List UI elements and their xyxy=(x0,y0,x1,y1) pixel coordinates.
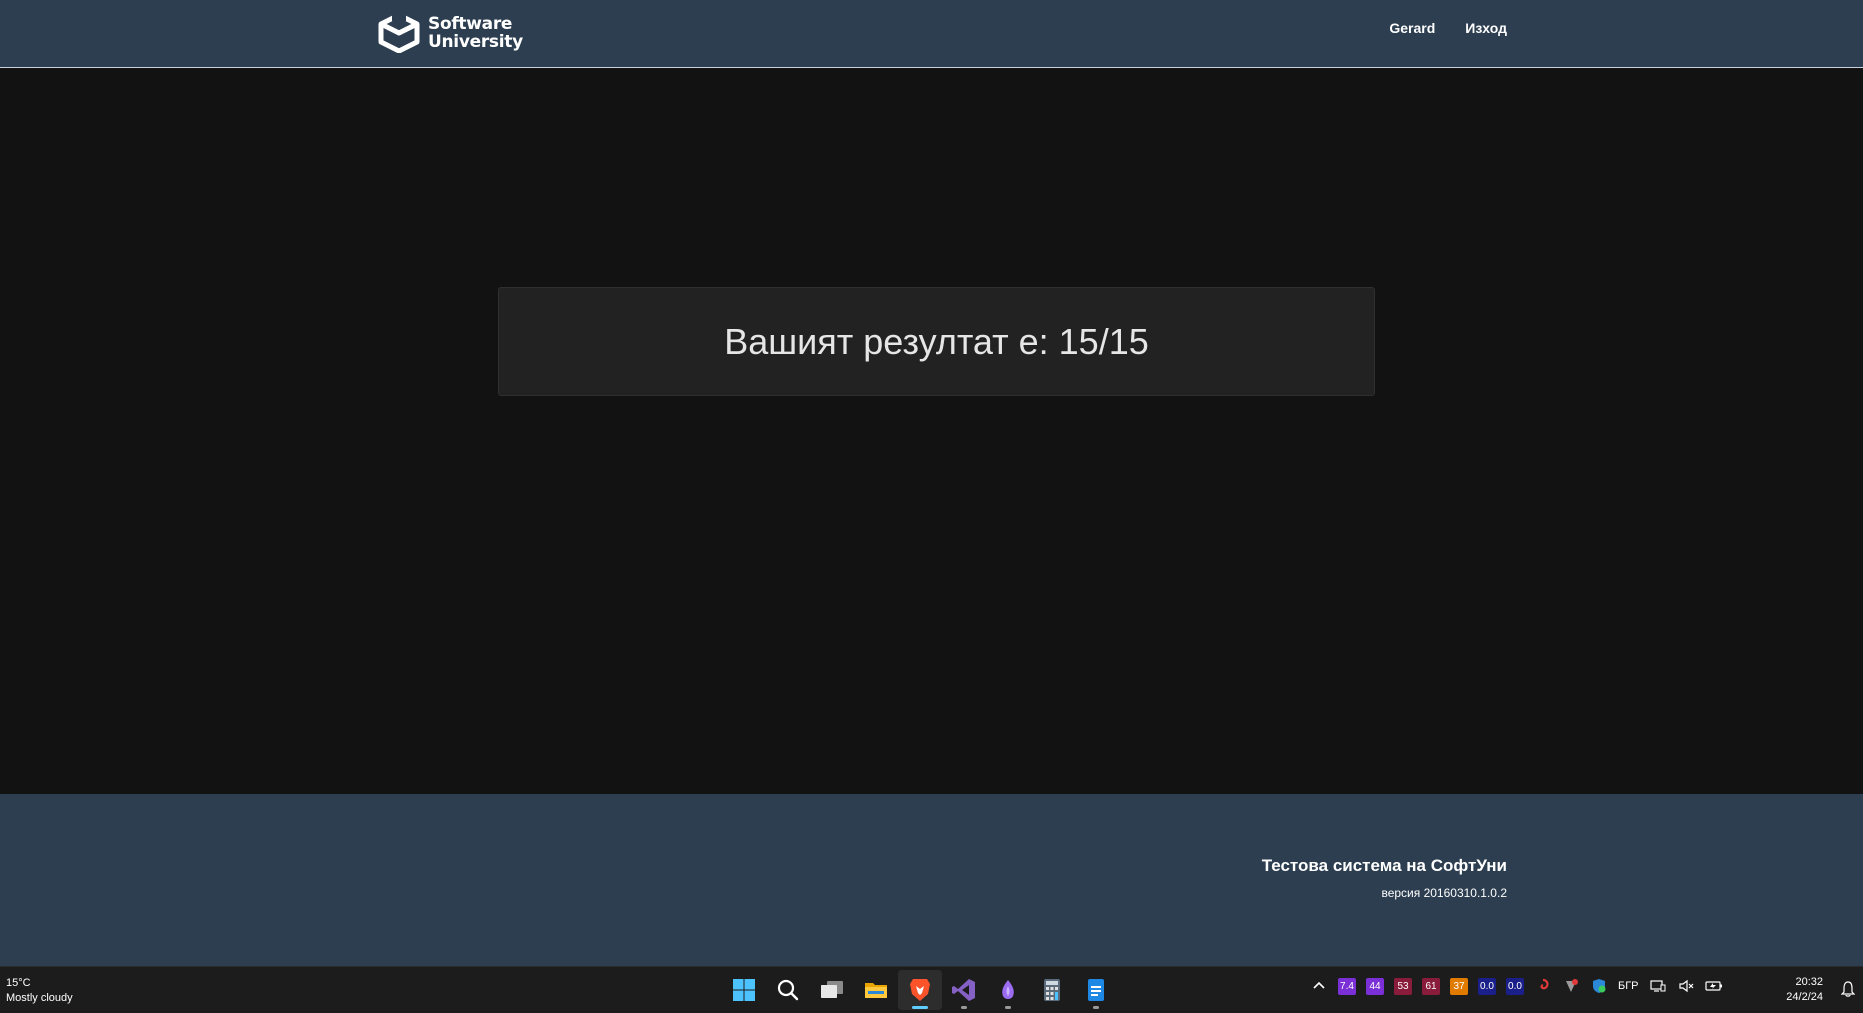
tray-badge-4[interactable]: 61 xyxy=(1422,977,1440,995)
tray-app-icon-shield-alert[interactable] xyxy=(1562,977,1580,995)
brave-lion-icon xyxy=(910,979,930,1001)
file-explorer-button[interactable] xyxy=(854,970,898,1010)
show-hidden-icons-button[interactable] xyxy=(1310,977,1328,995)
task-view-button[interactable] xyxy=(810,970,854,1010)
alert-shield-icon xyxy=(1566,979,1578,992)
input-language[interactable]: БГР xyxy=(1618,980,1639,992)
document-app-button[interactable] xyxy=(1074,970,1118,1010)
calculator-button[interactable] xyxy=(1030,970,1074,1010)
logo-text-line2: University xyxy=(428,32,523,52)
windows-security-icon-button[interactable] xyxy=(1590,977,1608,995)
running-indicator xyxy=(961,1006,967,1009)
softuni-logo[interactable]: Software University xyxy=(378,13,523,53)
taskbar: 15°C Mostly cloudy 7.4 44 53 61 37 0.0 0… xyxy=(0,966,1863,1013)
clock-time: 20:32 xyxy=(1795,976,1823,988)
brave-browser-button[interactable] xyxy=(898,970,942,1010)
running-indicator xyxy=(1093,1006,1099,1009)
tray-badge-7[interactable]: 0.0 xyxy=(1506,977,1524,995)
battery-charging-icon xyxy=(1704,981,1722,991)
taskbar-apps xyxy=(722,970,1118,1010)
search-button[interactable] xyxy=(766,970,810,1010)
result-panel: Вашият резултат е: 15/15 xyxy=(498,287,1375,396)
header-nav: Gerard Изход xyxy=(1389,20,1507,36)
tray-badge-1[interactable]: 7.4 xyxy=(1338,977,1356,995)
volume-button[interactable] xyxy=(1677,977,1695,995)
document-icon xyxy=(1088,979,1104,1001)
search-icon xyxy=(777,979,799,1001)
chevron-up-icon xyxy=(1313,981,1325,989)
tray-badge-3[interactable]: 53 xyxy=(1394,977,1412,995)
task-view-icon xyxy=(821,981,843,998)
app-button[interactable] xyxy=(986,970,1030,1010)
taskbar-clock[interactable]: 20:32 24/2/24 xyxy=(1786,975,1823,1005)
folder-icon xyxy=(865,983,887,998)
clock-date: 24/2/24 xyxy=(1786,991,1823,1003)
windows-start-icon xyxy=(733,979,755,1001)
tray-app-icon-red[interactable] xyxy=(1534,977,1552,995)
volume-muted-icon xyxy=(1678,979,1693,993)
weather-desc: Mostly cloudy xyxy=(6,992,73,1004)
site-header: Software University Gerard Изход xyxy=(0,0,1863,68)
site-footer: Тестова система на СофтУни версия 201603… xyxy=(0,794,1863,966)
notifications-button[interactable] xyxy=(1840,981,1856,1002)
security-shield-icon xyxy=(1593,979,1606,993)
tray-badge-6[interactable]: 0.0 xyxy=(1478,977,1496,995)
tray-badge-5[interactable]: 37 xyxy=(1450,977,1468,995)
visual-studio-icon xyxy=(952,979,975,1001)
network-button[interactable] xyxy=(1649,977,1667,995)
logout-link[interactable]: Изход xyxy=(1465,20,1507,36)
running-indicator xyxy=(1005,1006,1011,1009)
footer-title: Тестова система на СофтУни xyxy=(1261,856,1507,875)
battery-button[interactable] xyxy=(1704,977,1723,995)
weather-widget[interactable]: 15°C Mostly cloudy xyxy=(6,976,73,1006)
result-text: Вашият резултат е: 15/15 xyxy=(724,320,1149,362)
weather-temp: 15°C xyxy=(6,977,31,989)
visual-studio-button[interactable] xyxy=(942,970,986,1010)
swirl-icon xyxy=(1540,978,1549,990)
system-tray: 7.4 44 53 61 37 0.0 0.0 БГР xyxy=(1310,977,1723,995)
footer-version: версия 20160310.1.0.2 xyxy=(1381,886,1507,900)
network-icon xyxy=(1649,980,1666,992)
calculator-icon xyxy=(1044,979,1060,1001)
bell-icon xyxy=(1840,981,1856,997)
start-button[interactable] xyxy=(722,970,766,1010)
active-indicator xyxy=(912,1006,928,1009)
softuni-logo-icon xyxy=(378,13,420,53)
tray-badge-2[interactable]: 44 xyxy=(1366,977,1384,995)
user-profile-link[interactable]: Gerard xyxy=(1389,20,1435,36)
app-icon xyxy=(1002,980,1014,999)
logo-text-line1: Software xyxy=(428,14,513,34)
